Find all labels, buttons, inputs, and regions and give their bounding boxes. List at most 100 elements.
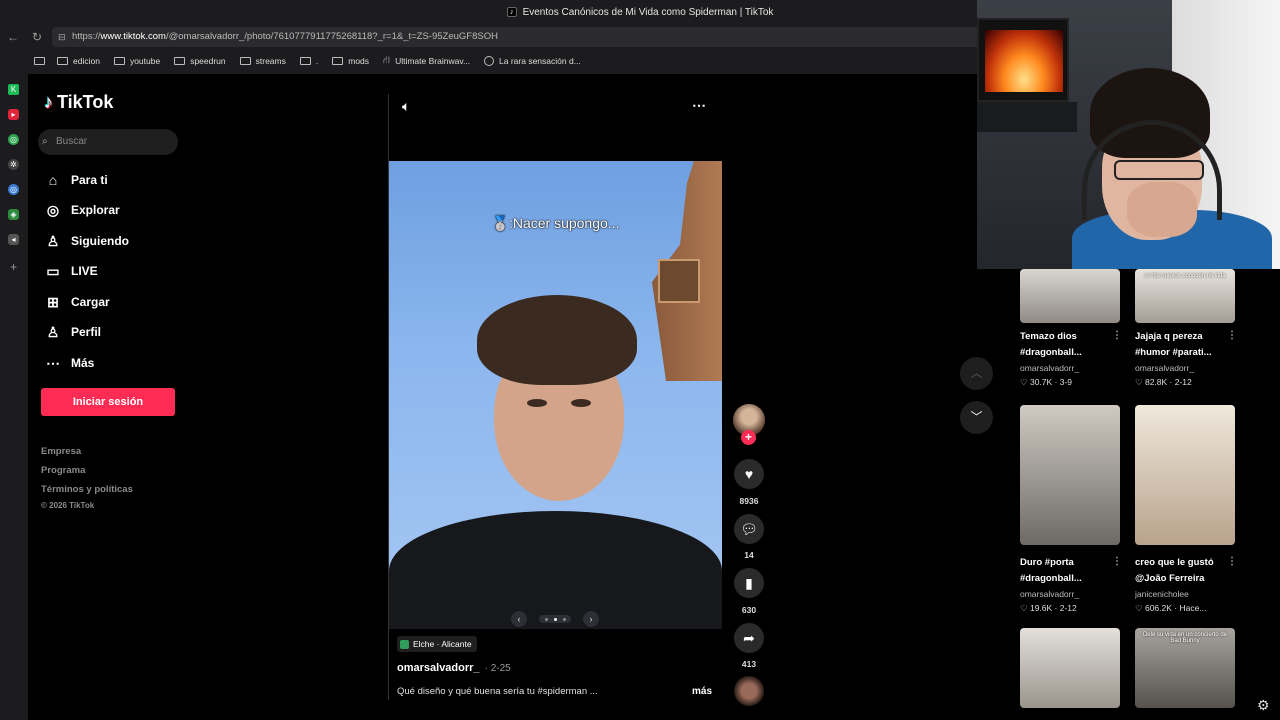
nav-explorar[interactable]: ◎ Explorar — [44, 200, 120, 220]
url-prefix: https:// — [72, 31, 101, 42]
site-info-icon[interactable]: ⊟ — [58, 27, 66, 47]
nav-cargar[interactable]: ⊞ Cargar — [44, 292, 110, 312]
related-thumbnail[interactable] — [1020, 269, 1120, 323]
eye-right — [571, 399, 591, 407]
thumb-author[interactable]: janicenicholee — [1135, 589, 1235, 599]
folder-icon — [299, 57, 311, 65]
save-count: 630 — [741, 605, 757, 615]
bookmark-ultimate-brainwave[interactable]: ⛙ Ultimate Brainwav... — [383, 55, 470, 68]
comment-icon: 💬︎ — [740, 521, 758, 537]
thumb-title: creo que le gustó — [1135, 557, 1214, 568]
comment-button[interactable]: 💬︎ — [734, 514, 764, 544]
footer-terminos[interactable]: Términos y políticas — [41, 484, 133, 495]
tiktok-logo[interactable]: ♪ TikTok — [44, 92, 113, 113]
search-placeholder: Buscar — [56, 136, 88, 147]
folder-icon — [174, 57, 186, 65]
thumb-tags: #dragonball... — [1020, 573, 1082, 584]
openai-icon[interactable]: ✲ — [8, 159, 19, 170]
gear-icon[interactable]: ⚙ — [1257, 697, 1270, 714]
bookmark-mods[interactable]: mods — [332, 56, 369, 66]
bookmark-la-rara-sensacion[interactable]: La rara sensación d... — [484, 56, 581, 66]
bookmark-streams[interactable]: streams — [239, 56, 286, 66]
related-thumbnail[interactable] — [1135, 405, 1235, 545]
bookmark-youtube[interactable]: youtube — [113, 56, 160, 66]
reload-icon[interactable]: ↻ — [30, 30, 44, 44]
save-button[interactable]: ▮ — [734, 568, 764, 598]
kebab-menu-icon[interactable]: ⋮ — [1227, 556, 1237, 567]
nav-perfil[interactable]: ♙ Perfil — [44, 322, 101, 342]
related-thumbnail[interactable] — [1020, 405, 1120, 545]
youtube-icon[interactable]: ▸ — [8, 109, 19, 120]
folder-icon — [332, 57, 344, 65]
footer-programa[interactable]: Programa — [41, 465, 85, 476]
like-button[interactable]: ♥ — [734, 459, 764, 489]
carousel-dots — [539, 615, 571, 623]
thumb-stats: ♡ 30.7K · 3-9 — [1020, 377, 1073, 387]
chrome-alt-icon[interactable]: ◎ — [8, 184, 19, 195]
bookmark-dot[interactable]: . — [299, 56, 318, 66]
post-description: Qué diseño y qué buena sería tu #spiderm… — [397, 686, 598, 697]
footer-empresa[interactable]: Empresa — [41, 446, 81, 457]
bookmark-edicion[interactable]: edicion — [57, 56, 100, 66]
tiktok-note-icon: ♪ — [44, 92, 53, 112]
music-disc[interactable] — [734, 676, 764, 706]
related-thumbnail[interactable]: Dele su vida en un concierto de Bad Bunn… — [1135, 628, 1235, 708]
copyright: © 2026 TikTok — [41, 501, 95, 510]
nav-live[interactable]: ▭ LIVE — [44, 261, 97, 281]
share-button[interactable]: ➦ — [734, 623, 764, 653]
comment-count: 14 — [744, 550, 754, 560]
previous-post-button[interactable]: ︿ — [960, 357, 993, 390]
more-options-icon[interactable]: ⋯ — [692, 97, 707, 114]
back-icon[interactable]: ← — [6, 30, 20, 44]
search-icon: ⌕ — [42, 136, 48, 147]
search-input[interactable]: ⌕ Buscar — [38, 129, 178, 155]
kebab-menu-icon[interactable]: ⋮ — [1112, 556, 1122, 567]
photo-caption: 🥈:Nacer supongo... — [491, 215, 620, 231]
login-button[interactable]: Iniciar sesión — [41, 388, 175, 416]
webcam-overlay — [977, 0, 1280, 269]
follow-plus-icon[interactable]: + — [741, 430, 756, 445]
more-link[interactable]: más — [692, 686, 712, 697]
thumb-author[interactable]: omarsalvadorr_ — [1135, 363, 1235, 373]
carousel-dot[interactable] — [544, 617, 548, 621]
chrome-icon[interactable]: ◎ — [8, 134, 19, 145]
carousel-prev-button[interactable]: ‹ — [511, 611, 527, 627]
related-thumbnail[interactable] — [1020, 628, 1120, 708]
thumb-author[interactable]: omarsalvadorr_ — [1020, 363, 1120, 373]
nav-siguiendo[interactable]: ♙ Siguiendo — [44, 231, 129, 251]
related-thumbnail[interactable]: si mis nuevos conocen mi vida — [1135, 269, 1235, 323]
location-tag[interactable]: Elche · Alicante — [397, 636, 477, 652]
carousel-dot[interactable] — [562, 617, 566, 621]
bookmark-speedrun[interactable]: speedrun — [174, 56, 226, 66]
chevron-up-icon: ︿ — [970, 366, 983, 380]
more-dots-icon: ⋯ — [46, 354, 60, 371]
post-photo[interactable]: 🥈:Nacer supongo... ‹ › — [389, 161, 722, 629]
address-bar[interactable]: ⊟ https://www.tiktok.com/@omarsalvadorr_… — [52, 27, 982, 47]
bookmarks-menu-icon[interactable] — [34, 57, 45, 65]
speaker-icon[interactable]: ◂ — [8, 234, 19, 245]
carousel-dot-active[interactable] — [553, 617, 557, 621]
add-workspace-icon[interactable]: + — [8, 261, 19, 273]
heart-icon: ♥ — [744, 466, 754, 482]
fireplace-image — [977, 18, 1069, 102]
kebab-menu-icon[interactable]: ⋮ — [1227, 330, 1237, 341]
thumb-tags: #dragonball... — [1020, 347, 1082, 358]
shield-icon[interactable]: ◈ — [8, 209, 19, 220]
nav-mas[interactable]: ⋯ Más — [44, 353, 94, 373]
like-count: 8936 — [739, 496, 759, 506]
thumb-author[interactable]: omarsalvadorr_ — [1020, 589, 1120, 599]
logo-text: TikTok — [57, 92, 114, 112]
next-post-button[interactable]: ﹀ — [960, 401, 993, 434]
eye-left — [527, 399, 547, 407]
carousel-next-button[interactable]: › — [583, 611, 599, 627]
url-path: /@omarsalvadorr_/photo/76107779117752681… — [165, 31, 498, 42]
thumbnail-overlay-text: si mis nuevos conocen mi vida — [1144, 273, 1226, 279]
nav-para-ti[interactable]: ⌂ Para ti — [44, 170, 108, 190]
tiktok-favicon-icon: ♪ — [506, 7, 517, 17]
kick-icon[interactable]: K — [8, 84, 19, 95]
author-name[interactable]: omarsalvadorr_ — [397, 662, 480, 674]
kebab-menu-icon[interactable]: ⋮ — [1112, 330, 1122, 341]
hair-image — [477, 295, 637, 385]
balcony-image — [658, 259, 700, 303]
sound-icon[interactable]: 🔈︎ — [402, 98, 410, 115]
